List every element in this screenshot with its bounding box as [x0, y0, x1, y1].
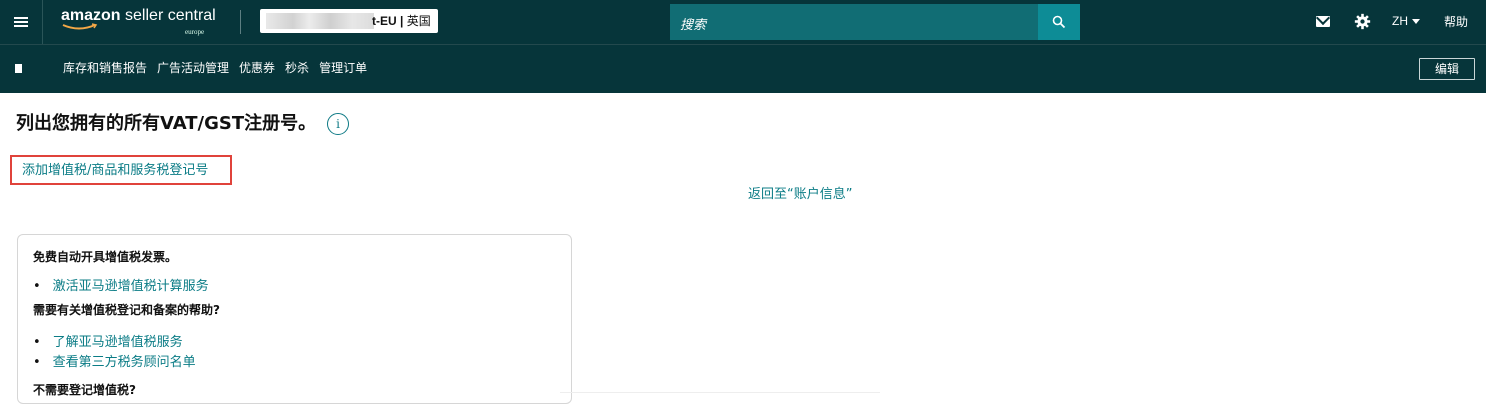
- gear-icon[interactable]: [1354, 13, 1371, 30]
- top-header: amazon seller central europe t-EU | 英国 搜…: [0, 0, 1486, 44]
- search-input[interactable]: 搜索: [680, 14, 706, 33]
- add-vat-registration-link[interactable]: 添加增值税/商品和服务税登记号: [10, 155, 232, 185]
- page-title: 列出您拥有的所有VAT/GST注册号。: [16, 113, 317, 134]
- logo-region: europe: [185, 28, 205, 36]
- nav-item-deals[interactable]: 秒杀: [285, 61, 309, 75]
- language-selector[interactable]: ZH: [1392, 14, 1420, 28]
- info-icon[interactable]: i: [327, 113, 349, 135]
- card-heading-no-registration: 不需要登记增值税?: [33, 383, 136, 397]
- logo-brand-main: amazon: [61, 7, 121, 24]
- nav-item-coupons[interactable]: 优惠券: [239, 61, 275, 75]
- hamburger-menu-button[interactable]: [0, 0, 43, 44]
- bookmark-icon[interactable]: [15, 64, 22, 73]
- search-icon: [1052, 15, 1066, 29]
- chevron-down-icon: [1412, 19, 1420, 25]
- tax-advisor-list-link[interactable]: 查看第三方税务顾问名单: [33, 351, 196, 370]
- divider-line: [560, 392, 880, 393]
- search-button[interactable]: [1038, 4, 1080, 40]
- activate-vat-calculation-link[interactable]: 激活亚马逊增值税计算服务: [33, 275, 209, 294]
- logo-brand-rest: seller central: [125, 7, 216, 24]
- store-country: 英国: [406, 14, 431, 28]
- nav-item-inventory-sales-report[interactable]: 库存和销售报告: [63, 61, 147, 75]
- language-label: ZH: [1392, 14, 1408, 28]
- vat-help-card: 免费自动开具增值税发票。 激活亚马逊增值税计算服务 需要有关增值税登记和备案的帮…: [17, 234, 572, 404]
- store-suffix: t-EU |: [372, 14, 404, 28]
- learn-vat-services-link[interactable]: 了解亚马逊增值税服务: [33, 331, 183, 350]
- nav-item-manage-orders[interactable]: 管理订单: [319, 61, 367, 75]
- header-divider: [240, 10, 241, 34]
- bookmark-nav-bar: 库存和销售报告 广告活动管理 优惠券 秒杀 管理订单 编辑: [0, 44, 1486, 93]
- nav-item-campaign-manager[interactable]: 广告活动管理: [157, 61, 229, 75]
- card-heading-need-help: 需要有关增值税登记和备案的帮助?: [33, 303, 220, 317]
- hamburger-icon: [14, 17, 28, 27]
- smile-icon: [62, 23, 98, 30]
- card-heading-free-invoicing: 免费自动开具增值税发票。: [33, 250, 178, 264]
- bookmark-links: 库存和销售报告 广告活动管理 优惠券 秒杀 管理订单: [63, 61, 377, 75]
- seller-central-logo[interactable]: amazon seller central europe: [61, 8, 226, 38]
- edit-button[interactable]: 编辑: [1419, 58, 1475, 80]
- mail-icon[interactable]: [1316, 16, 1330, 27]
- store-selector[interactable]: t-EU | 英国: [260, 9, 438, 33]
- help-link[interactable]: 帮助: [1444, 13, 1468, 30]
- search-bar[interactable]: 搜索: [670, 4, 1080, 40]
- back-to-account-info-link[interactable]: 返回至“账户信息”: [748, 183, 852, 202]
- blurred-store-name: [266, 13, 374, 29]
